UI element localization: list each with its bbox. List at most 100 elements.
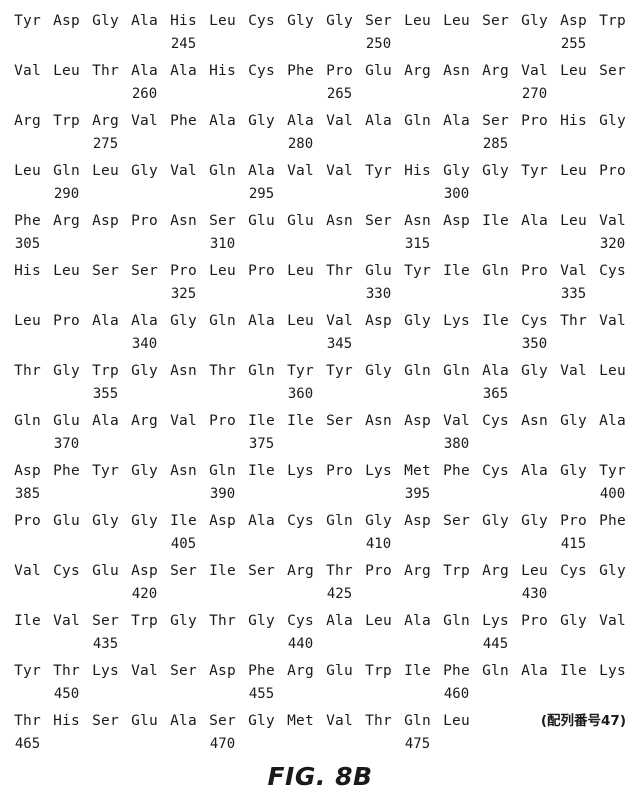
residue: Asn (170, 463, 197, 479)
residue: Tyr (521, 163, 548, 179)
position-number: 440 (287, 636, 314, 652)
residue: Tyr (14, 663, 41, 679)
position-number: 250 (365, 36, 392, 52)
residue: Arg (404, 563, 431, 579)
residue: Pro (53, 313, 80, 329)
residue: Ala (443, 113, 470, 129)
residue: Pro (326, 63, 353, 79)
residue: Lys (443, 313, 470, 329)
position-number: 370 (53, 436, 80, 452)
residue: Glu (53, 513, 80, 529)
residue: Tyr (92, 463, 119, 479)
position-number: 420 (131, 586, 158, 602)
position-number: 360 (287, 386, 314, 402)
residue: Leu (560, 63, 587, 79)
residue: Ile (443, 263, 470, 279)
residue: Leu (521, 563, 548, 579)
figure-caption: FIG. 8B (267, 762, 373, 791)
residue: Leu (209, 13, 236, 29)
residue: Phe (14, 213, 41, 229)
residue: Gly (443, 163, 470, 179)
residue: Leu (443, 13, 470, 29)
residue: Trp (443, 563, 470, 579)
residue: Gln (209, 463, 236, 479)
residue: Lys (92, 663, 119, 679)
residue: Cys (482, 463, 509, 479)
position-number: 425 (326, 586, 353, 602)
residue: Val (599, 213, 626, 229)
residue-line: His Leu Ser Ser Pro Leu Pro Leu Thr Glu Tyr Ile Gln P… (8, 258, 632, 284)
position-number-line: 260 265 270 (8, 84, 632, 108)
residue: Gly (131, 163, 158, 179)
residue-line: Tyr Asp Gly Ala His Leu Cys Gly Gly Ser Leu Leu Ser G… (8, 8, 632, 34)
residue: Ile (14, 613, 41, 629)
residue: Gly (521, 13, 548, 29)
position-number: 415 (560, 536, 587, 552)
residue: Ser (365, 213, 392, 229)
residue: Gly (326, 13, 353, 29)
residue: Ala (287, 113, 314, 129)
residue: Leu (53, 63, 80, 79)
residue-line: Thr Gly Trp Gly Asn Thr Gln Tyr Tyr Gly Gln Gln Ala G… (8, 358, 632, 384)
residue: Glu (365, 263, 392, 279)
position-number-line: 355 360 365 (8, 384, 632, 408)
residue: Glu (287, 213, 314, 229)
position-number: 400 (599, 486, 626, 502)
residue: Ala (248, 163, 275, 179)
residue: His (404, 163, 431, 179)
residue: Lys (287, 463, 314, 479)
residue: Ser (92, 263, 119, 279)
position-number: 265 (326, 86, 353, 102)
residue: Asp (443, 213, 470, 229)
residue: Phe (443, 463, 470, 479)
sequence-row: Leu Pro Ala Ala Gly Gln Ala Leu Val Asp Gly Lys Ile C… (0, 308, 640, 358)
residue: Pro (521, 113, 548, 129)
residue: Asp (404, 413, 431, 429)
residue: Ala (131, 63, 158, 79)
residue: Thr (14, 713, 41, 729)
residue: Gly (92, 13, 119, 29)
residue: Gly (170, 613, 197, 629)
residue: Pro (365, 563, 392, 579)
residue: Asp (560, 13, 587, 29)
residue: Leu (209, 263, 236, 279)
position-number: 450 (53, 686, 80, 702)
position-number: 385 (14, 486, 41, 502)
residue: Val (170, 163, 197, 179)
residue: Ser (326, 413, 353, 429)
residue: Gly (170, 313, 197, 329)
sequence-row: Arg Trp Arg Val Phe Ala Gly Ala Val Ala Gln Ala Ser P… (0, 108, 640, 158)
residue: Gln (404, 113, 431, 129)
sequence-row: Thr Gly Trp Gly Asn Thr Gln Tyr Tyr Gly Gln Gln Ala G… (0, 358, 640, 408)
residue: Ala (131, 13, 158, 29)
residue: Ile (287, 413, 314, 429)
residue: Gln (209, 163, 236, 179)
residue: Cys (287, 613, 314, 629)
residue: Val (53, 613, 80, 629)
position-number-line: 405 410 415 (8, 534, 632, 558)
residue: Gln (404, 713, 431, 729)
residue: Val (443, 413, 470, 429)
position-number: 365 (482, 386, 509, 402)
residue: Val (170, 413, 197, 429)
residue: Pro (131, 213, 158, 229)
residue: Pro (209, 413, 236, 429)
residue: Asp (14, 463, 41, 479)
position-number: 350 (521, 336, 548, 352)
residue: Ala (599, 413, 626, 429)
residue: Phe (170, 113, 197, 129)
residue: Leu (92, 163, 119, 179)
residue: Cys (521, 313, 548, 329)
residue: Ala (404, 613, 431, 629)
residue: Asn (170, 213, 197, 229)
position-number: 245 (170, 36, 197, 52)
residue: Gly (131, 363, 158, 379)
residue: Leu (14, 163, 41, 179)
position-number: 355 (92, 386, 119, 402)
residue: Met (404, 463, 431, 479)
residue: Val (14, 563, 41, 579)
position-number-line: 340 345 350 (8, 334, 632, 358)
position-number-line: 305 310 315 320 (8, 234, 632, 258)
residue-line: Leu Pro Ala Ala Gly Gln Ala Leu Val Asp Gly Lys Ile C… (8, 308, 632, 334)
position-number: 390 (209, 486, 236, 502)
